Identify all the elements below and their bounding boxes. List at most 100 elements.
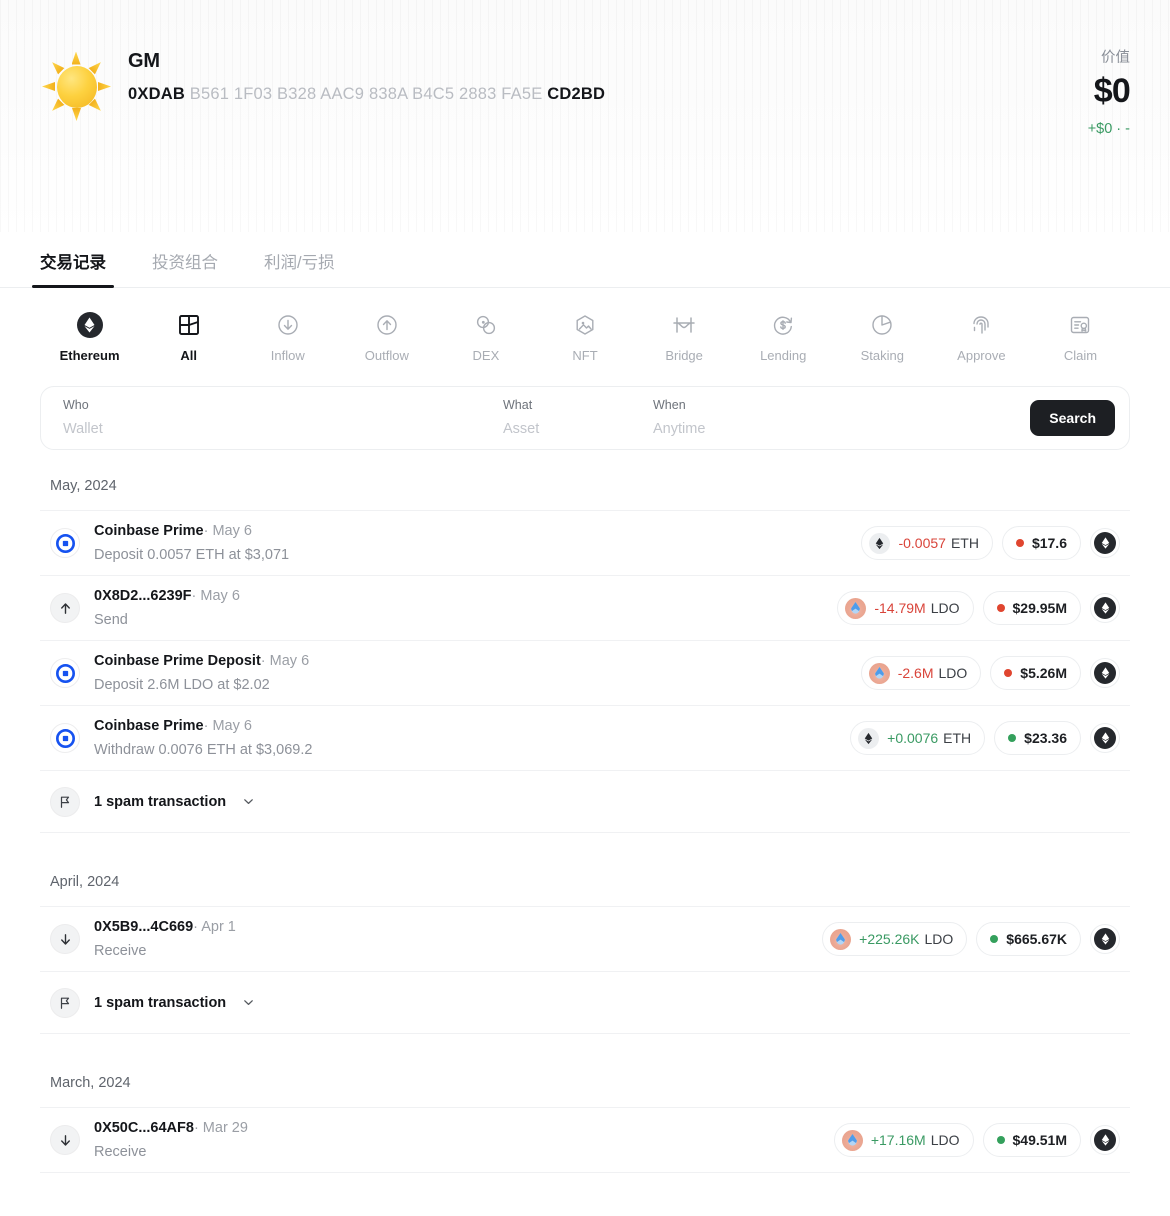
ethereum-chain-icon[interactable]: [1090, 528, 1120, 558]
token-amount: -14.79M: [874, 600, 925, 616]
tab-pnl[interactable]: 利润/亏损: [256, 252, 343, 287]
ethereum-chain-icon[interactable]: [1090, 924, 1120, 954]
filter-approve[interactable]: Approve: [932, 310, 1031, 364]
month-title: April, 2024: [40, 872, 1130, 906]
spam-transactions-toggle[interactable]: 1 spam transaction: [40, 770, 1130, 832]
status-dot: [1016, 539, 1024, 547]
month-group-march: March, 2024 0X50C...64AF8· Mar 29 Receiv…: [40, 1073, 1130, 1194]
dex-swap-icon: [475, 310, 497, 340]
ethereum-token-icon: [869, 533, 890, 554]
coinbase-icon: [50, 723, 80, 753]
spam-transactions-toggle[interactable]: 1 spam transaction: [40, 971, 1130, 1033]
tx-date: · May 6: [204, 718, 252, 734]
filter-bridge[interactable]: Bridge: [635, 310, 734, 364]
value-change: +$0 · -: [1088, 119, 1130, 139]
ethereum-chain-icon[interactable]: [1090, 723, 1120, 753]
filter-bar: Ethereum All Inflow: [0, 288, 1170, 364]
filter-label: Lending: [760, 348, 806, 364]
search-when-field[interactable]: When Anytime: [653, 387, 1030, 449]
token-amount-pill: +0.0076 ETH: [850, 721, 985, 755]
arrow-down-icon: [50, 1125, 80, 1155]
tab-portfolio[interactable]: 投资组合: [144, 252, 226, 287]
filter-label: All: [180, 348, 197, 364]
tab-transactions[interactable]: 交易记录: [32, 252, 114, 287]
tx-description: Withdraw 0.0076 ETH at $3,069.2: [94, 741, 836, 760]
table-row[interactable]: 0X50C...64AF8· Mar 29 Receive +17.16M LD…: [40, 1107, 1130, 1172]
search-who-field[interactable]: Who Wallet: [63, 387, 503, 449]
table-row[interactable]: Coinbase Prime Deposit· May 6 Deposit 2.…: [40, 640, 1130, 705]
filter-all[interactable]: All: [139, 310, 238, 364]
table-row[interactable]: Coinbase Prime· May 6 Withdraw 0.0076 ET…: [40, 705, 1130, 770]
search-what-field[interactable]: What Asset: [503, 387, 653, 449]
filter-lending[interactable]: Lending: [734, 310, 833, 364]
filter-outflow[interactable]: Outflow: [337, 310, 436, 364]
address-suffix: CD2BD: [547, 85, 605, 103]
filter-label: Outflow: [365, 348, 409, 364]
usd-value-pill: $665.67K: [976, 922, 1081, 956]
ethereum-token-icon: [858, 728, 879, 749]
chevron-down-icon[interactable]: [242, 996, 255, 1009]
spam-label: 1 spam transaction: [94, 794, 226, 810]
filter-label: Bridge: [665, 348, 703, 364]
filter-label: Claim: [1064, 348, 1097, 364]
token-symbol: LDO: [931, 600, 960, 616]
tx-description: Deposit 0.0057 ETH at $3,071: [94, 546, 847, 565]
search-who-input[interactable]: Wallet: [63, 420, 503, 439]
token-amount-pill: +225.26K LDO: [822, 922, 967, 956]
usd-value: $5.26M: [1020, 665, 1067, 681]
filter-dex[interactable]: DEX: [436, 310, 535, 364]
month-title: March, 2024: [40, 1073, 1130, 1107]
section-divider: [40, 1033, 1130, 1055]
tx-name: Coinbase Prime Deposit: [94, 653, 261, 669]
filter-label: NFT: [572, 348, 597, 364]
value-label: 价值: [1088, 48, 1130, 68]
filter-label: Inflow: [271, 348, 305, 364]
token-amount-pill: -0.0057 ETH: [861, 526, 992, 560]
tx-description: Send: [94, 611, 823, 630]
token-amount-pill: +17.16M LDO: [834, 1123, 974, 1157]
filter-nft[interactable]: NFT: [535, 310, 634, 364]
address-prefix: 0XDAB: [128, 85, 185, 103]
usd-value: $17.6: [1032, 535, 1067, 551]
usd-value-pill: $29.95M: [983, 591, 1081, 625]
main-tabs: 交易记录 投资组合 利润/亏损: [0, 232, 1170, 288]
filter-label: Staking: [861, 348, 904, 364]
ethereum-chain-icon[interactable]: [1090, 1125, 1120, 1155]
search-when-input[interactable]: Anytime: [653, 420, 1030, 439]
search-what-input[interactable]: Asset: [503, 420, 653, 439]
wallet-explorer-page: GM 0XDAB B561 1F03 B328 AAC9 838A B4C5 2…: [0, 0, 1170, 1216]
filter-ethereum[interactable]: Ethereum: [40, 310, 139, 364]
ethereum-icon: [77, 310, 103, 340]
table-row[interactable]: 0X8D2...6239F· May 6 Send -14.79M LDO $2…: [40, 575, 1130, 640]
wallet-address[interactable]: 0XDAB B561 1F03 B328 AAC9 838A B4C5 2883…: [128, 83, 605, 105]
token-amount-pill: -2.6M LDO: [861, 656, 982, 690]
usd-value: $29.95M: [1013, 600, 1067, 616]
table-row[interactable]: 0X5B9...4C669· Apr 1 Receive +225.26K LD…: [40, 906, 1130, 971]
chevron-down-icon[interactable]: [242, 795, 255, 808]
token-amount: -0.0057: [898, 535, 945, 551]
month-title: May, 2024: [40, 476, 1130, 510]
lido-token-icon: [830, 929, 851, 950]
filter-inflow[interactable]: Inflow: [238, 310, 337, 364]
filter-claim[interactable]: Claim: [1031, 310, 1130, 364]
ethereum-chain-icon[interactable]: [1090, 593, 1120, 623]
token-amount: +0.0076: [887, 730, 938, 746]
address-middle: B561 1F03 B328 AAC9 838A B4C5 2883 FA5E: [190, 85, 543, 103]
lido-token-icon: [869, 663, 890, 684]
tx-name: Coinbase Prime: [94, 523, 204, 539]
table-row[interactable]: Coinbase Prime· May 6 Deposit 0.0057 ETH…: [40, 510, 1130, 575]
filter-staking[interactable]: Staking: [833, 310, 932, 364]
tx-date: · Apr 1: [193, 919, 236, 935]
arrow-down-circle-icon: [277, 310, 299, 340]
token-symbol: LDO: [939, 665, 968, 681]
usd-value-pill: $5.26M: [990, 656, 1081, 690]
spam-label: 1 spam transaction: [94, 995, 226, 1011]
search-bar: Who Wallet What Asset When Anytime Searc…: [40, 386, 1130, 450]
search-button[interactable]: Search: [1030, 400, 1115, 436]
profile-header: GM 0XDAB B561 1F03 B328 AAC9 838A B4C5 2…: [0, 0, 1170, 232]
bridge-icon: [672, 310, 696, 340]
ethereum-chain-icon[interactable]: [1090, 658, 1120, 688]
arrow-up-icon: [50, 593, 80, 623]
flag-icon: [50, 988, 80, 1018]
tx-description: Deposit 2.6M LDO at $2.02: [94, 676, 847, 695]
